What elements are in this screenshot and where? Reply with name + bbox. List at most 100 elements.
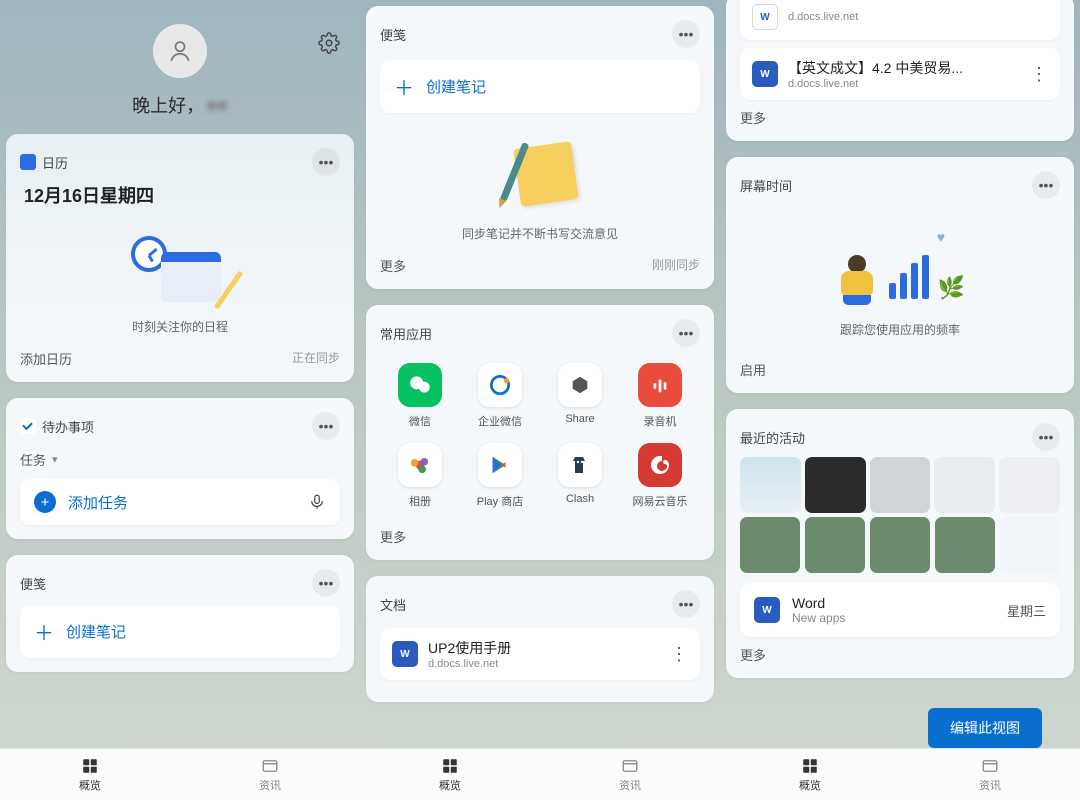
screentime-enable-link[interactable]: 启用 <box>740 360 1060 379</box>
recent-thumb[interactable] <box>740 517 800 573</box>
create-note-button[interactable]: ＋ 创建笔记 <box>20 605 340 658</box>
app-icon <box>558 363 602 407</box>
greeting-prefix: 晚上好， <box>132 92 204 118</box>
gear-icon <box>318 32 340 54</box>
calendar-sync-status: 正在同步 <box>292 349 340 368</box>
doc-row[interactable]: W d.docs.live.net <box>740 0 1060 40</box>
recent-thumb[interactable] <box>999 457 1060 513</box>
greeting-name: ■■ <box>206 95 228 116</box>
todo-icon <box>20 418 36 434</box>
add-task-input[interactable]: + 添加任务 <box>20 479 340 525</box>
todo-title: 待办事项 <box>42 417 94 436</box>
app-label: 微信 <box>409 413 431 429</box>
todo-card: 待办事项 ••• 任务 ▾ + 添加任务 <box>6 398 354 539</box>
docs-more-link[interactable]: 更多 <box>740 108 1060 127</box>
notes-more-link[interactable]: 更多 <box>380 256 406 275</box>
user-icon <box>167 38 193 64</box>
task-tab[interactable]: 任务 ▾ <box>20 450 340 469</box>
notes-title: 便笺 <box>380 25 406 44</box>
more-button[interactable]: ••• <box>312 412 340 440</box>
more-button[interactable]: ••• <box>672 319 700 347</box>
app-item[interactable]: 网易云音乐 <box>620 443 700 509</box>
app-item[interactable]: Share <box>540 363 620 429</box>
recent-thumb[interactable] <box>934 457 995 513</box>
app-item[interactable]: 企业微信 <box>460 363 540 429</box>
nav-overview[interactable]: 概览 <box>720 749 900 800</box>
nav-info[interactable]: 资讯 <box>180 749 360 800</box>
app-label: 网易云音乐 <box>633 493 688 509</box>
recent-date: 星期三 <box>1007 601 1046 620</box>
recent-app-name: Word <box>792 595 845 611</box>
app-label: 录音机 <box>644 413 677 429</box>
calendar-illustration: 时刻关注你的日程 <box>20 216 340 349</box>
more-button[interactable]: ••• <box>312 148 340 176</box>
news-icon <box>261 757 279 775</box>
more-button[interactable]: ••• <box>672 590 700 618</box>
nav-info[interactable]: 资讯 <box>540 749 720 800</box>
recent-more-link[interactable]: 更多 <box>740 645 1060 664</box>
more-button[interactable]: ••• <box>312 569 340 597</box>
word-icon: W <box>754 597 780 623</box>
create-note-label: 创建笔记 <box>426 76 486 97</box>
app-item[interactable]: 微信 <box>380 363 460 429</box>
recent-card: 最近的活动 ••• W Word New ap <box>726 409 1074 678</box>
notes-card-bottom: 便笺 ••• ＋ 创建笔记 <box>6 555 354 672</box>
recent-thumb[interactable] <box>805 457 866 513</box>
nav-overview[interactable]: 概览 <box>0 749 180 800</box>
more-button[interactable]: ••• <box>1032 171 1060 199</box>
add-task-label: 添加任务 <box>68 492 128 513</box>
screentime-title: 屏幕时间 <box>740 176 792 195</box>
recent-thumb[interactable] <box>805 517 865 573</box>
screentime-caption: 跟踪您使用应用的频率 <box>840 321 960 338</box>
recent-activity-row[interactable]: W Word New apps 星期三 <box>740 583 1060 637</box>
grid-icon <box>441 757 459 775</box>
recent-thumb[interactable] <box>1000 517 1060 573</box>
doc-row[interactable]: W UP2使用手册 d.docs.live.net ⋮ <box>380 628 700 680</box>
app-icon <box>398 363 442 407</box>
app-label: 相册 <box>409 493 431 509</box>
screentime-card: 屏幕时间 ••• ♥ 🌿 跟踪您使用应用的频率 启用 <box>726 157 1074 393</box>
more-button[interactable]: ••• <box>1032 423 1060 451</box>
kebab-icon[interactable]: ⋮ <box>1030 64 1048 85</box>
recent-thumb[interactable] <box>740 457 801 513</box>
apps-title: 常用应用 <box>380 324 432 343</box>
bottom-nav: 概览 资讯 概览 资讯 概览 资讯 <box>0 748 1080 800</box>
create-note-button[interactable]: ＋ 创建笔记 <box>380 60 700 113</box>
calendar-date: 12月16日星期四 <box>24 182 340 208</box>
plus-icon: ＋ <box>394 72 414 101</box>
create-note-label: 创建笔记 <box>66 621 126 642</box>
doc-sub: d.docs.live.net <box>428 658 660 670</box>
app-item[interactable]: 相册 <box>380 443 460 509</box>
app-item[interactable]: 录音机 <box>620 363 700 429</box>
recent-thumb[interactable] <box>870 517 930 573</box>
plus-icon: + <box>34 491 56 513</box>
app-icon <box>558 443 602 487</box>
app-icon <box>638 363 682 407</box>
word-icon: W <box>752 61 778 87</box>
recent-thumb[interactable] <box>935 517 995 573</box>
grid-icon <box>81 757 99 775</box>
doc-row[interactable]: W 【英文成文】4.2 中美贸易... d.docs.live.net ⋮ <box>740 48 1060 100</box>
app-item[interactable]: Clash <box>540 443 620 509</box>
greeting: 晚上好， ■■ <box>132 92 228 118</box>
app-icon <box>398 443 442 487</box>
app-item[interactable]: Play 商店 <box>460 443 540 509</box>
calendar-card: 日历 ••• 12月16日星期四 时刻关注你的日程 添加日历 正在同步 <box>6 134 354 382</box>
doc-sub: d.docs.live.net <box>788 11 1048 23</box>
nav-info[interactable]: 资讯 <box>900 749 1080 800</box>
more-button[interactable]: ••• <box>672 20 700 48</box>
doc-title: 【英文成文】4.2 中美贸易... <box>788 58 1020 78</box>
apps-more-link[interactable]: 更多 <box>380 527 700 546</box>
avatar[interactable] <box>153 24 207 78</box>
kebab-icon[interactable]: ⋮ <box>670 644 688 665</box>
word-icon: W <box>752 4 778 30</box>
edit-view-button[interactable]: 编辑此视图 <box>928 708 1042 748</box>
apps-card: 常用应用 ••• 微信 企业微信Share 录音机相册 Play 商店Clash 网易云… <box>366 305 714 560</box>
recent-thumb[interactable] <box>870 457 931 513</box>
docs-card-top: W d.docs.live.net W 【英文成文】4.2 中美贸易... d.… <box>726 0 1074 141</box>
mic-icon[interactable] <box>308 493 326 511</box>
settings-button[interactable] <box>318 32 340 59</box>
add-calendar-link[interactable]: 添加日历 <box>20 349 72 368</box>
grid-icon <box>801 757 819 775</box>
nav-overview[interactable]: 概览 <box>360 749 540 800</box>
